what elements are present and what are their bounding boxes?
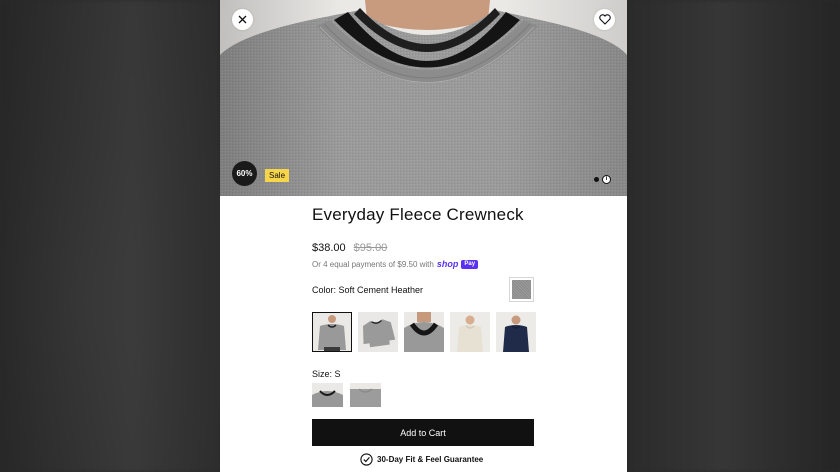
installments-info: Or 4 equal payments of $9.50 with shop P… bbox=[312, 259, 534, 269]
installments-text: Or 4 equal payments of $9.50 with bbox=[312, 259, 434, 269]
close-button[interactable] bbox=[232, 9, 253, 30]
original-price: $95.00 bbox=[353, 242, 388, 254]
size-option-2[interactable] bbox=[350, 383, 381, 407]
product-title: Everyday Fleece Crewneck bbox=[312, 205, 524, 224]
discount-badge: 60% bbox=[232, 161, 257, 186]
size-label: Size: S bbox=[312, 369, 341, 379]
variant-thumb-5[interactable] bbox=[496, 312, 536, 352]
close-icon bbox=[238, 15, 247, 24]
grey-crewneck-flat-image bbox=[358, 312, 398, 352]
price-row: $38.00 $95.00 bbox=[312, 242, 534, 254]
guarantee-text: 30-Day Fit & Feel Guarantee bbox=[377, 455, 484, 464]
heart-icon bbox=[598, 14, 611, 25]
variant-thumb-3[interactable] bbox=[404, 312, 444, 352]
variant-thumb-1[interactable] bbox=[312, 312, 352, 352]
size-options bbox=[312, 383, 381, 407]
shop-pay-logo[interactable]: shop bbox=[437, 259, 459, 269]
size-fit-image-2 bbox=[350, 383, 381, 407]
guarantee-row: 30-Day Fit & Feel Guarantee bbox=[360, 453, 483, 466]
sale-price: $38.00 bbox=[312, 242, 346, 254]
sweater-photo bbox=[220, 0, 627, 196]
variant-thumb-4[interactable] bbox=[450, 312, 490, 352]
variant-thumb-2[interactable] bbox=[358, 312, 398, 352]
pagination-dot-active[interactable] bbox=[594, 177, 599, 182]
image-pagination: i bbox=[594, 175, 611, 184]
product-hero-image: 60% Sale i bbox=[220, 0, 627, 196]
add-to-cart-button[interactable]: Add to Cart bbox=[312, 419, 534, 446]
navy-crewneck-image bbox=[496, 312, 536, 352]
grey-crewneck-closeup-image bbox=[404, 312, 444, 352]
favorite-button[interactable] bbox=[594, 9, 615, 30]
swatch-fill bbox=[512, 280, 531, 299]
quick-view-modal: 60% Sale i Everyday Fleece Crewneck $38.… bbox=[220, 0, 627, 472]
color-row: Color: Soft Cement Heather bbox=[312, 277, 534, 302]
grey-crewneck-front-image bbox=[312, 312, 352, 352]
color-label: Color: Soft Cement Heather bbox=[312, 284, 424, 295]
shop-pay-pill: Pay bbox=[461, 259, 479, 269]
check-badge-icon bbox=[360, 453, 373, 466]
product-info: Everyday Fleece Crewneck $38.00 $95.00 O… bbox=[312, 205, 534, 269]
info-icon[interactable]: i bbox=[602, 175, 611, 184]
size-fit-image-1 bbox=[312, 383, 343, 407]
cream-crewneck-image bbox=[450, 312, 490, 352]
variant-thumbnails bbox=[312, 312, 536, 352]
sale-badge: Sale bbox=[265, 169, 290, 182]
color-swatch-soft-cement-heather[interactable] bbox=[509, 277, 534, 302]
size-option-1[interactable] bbox=[312, 383, 343, 407]
